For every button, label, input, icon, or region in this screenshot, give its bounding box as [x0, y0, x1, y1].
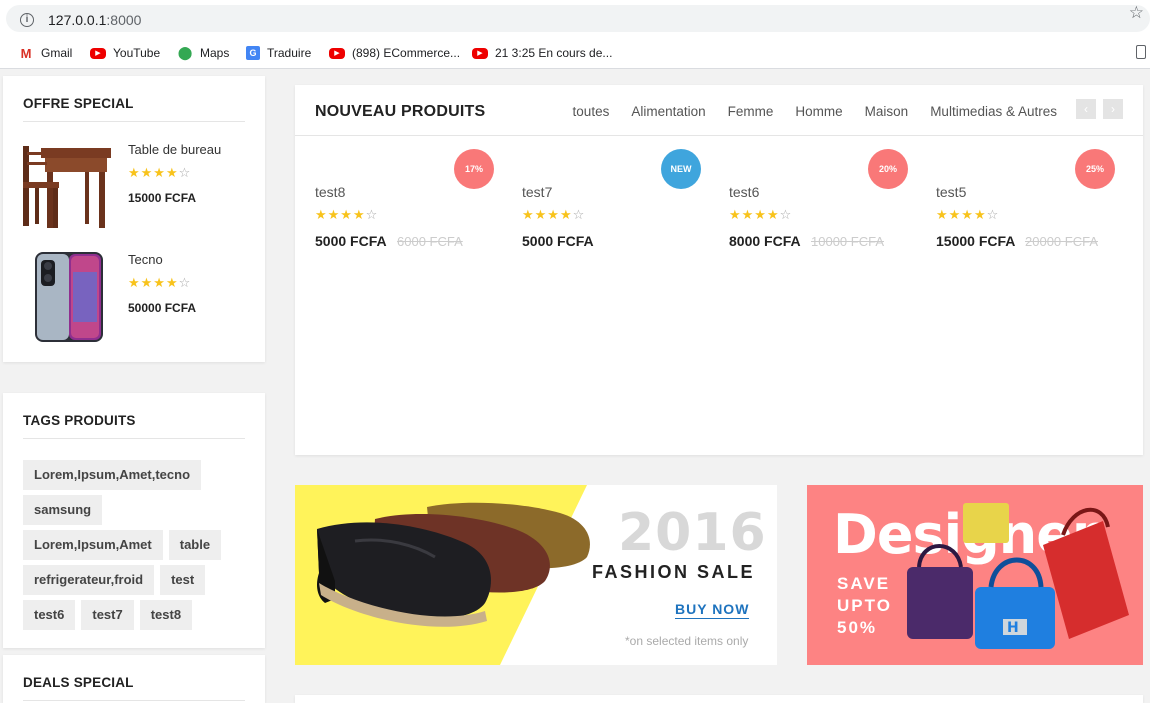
desk-image[interactable] [21, 142, 111, 234]
gmail-icon: M [20, 45, 32, 61]
tags-produits-title: TAGS PRODUITS [23, 413, 136, 428]
product-old-price: 20000 FCFA [1025, 234, 1098, 249]
tag[interactable]: Lorem,Ipsum,Amet [23, 530, 163, 560]
category-tabs: toutes Alimentation Femme Homme Maison M… [551, 104, 1057, 119]
rating-stars: ★★★★☆ [128, 165, 192, 180]
product-name[interactable]: test6 [729, 184, 759, 200]
tab-multimedias[interactable]: Multimedias & Autres [930, 104, 1057, 119]
bookmark-gmail[interactable]: M Gmail [18, 43, 73, 63]
offer-item[interactable]: Table de bureau ★★★★☆ 15000 FCFA [21, 142, 251, 237]
bookmark-ecommerce[interactable]: ▶ (898) ECommerce... [329, 43, 460, 63]
offre-special-panel: OFFRE SPECIAL Table de bureau ★★★★☆ 1500… [3, 76, 265, 362]
offre-special-title: OFFRE SPECIAL [23, 96, 134, 111]
info-icon[interactable]: i [20, 13, 34, 27]
divider [23, 438, 245, 439]
next-section-panel [295, 695, 1143, 703]
tab-alimentation[interactable]: Alimentation [631, 104, 705, 119]
next-arrow-button[interactable]: › [1103, 99, 1123, 119]
divider [23, 121, 245, 122]
nouveau-produits-panel: NOUVEAU PRODUITS toutes Alimentation Fem… [295, 85, 1143, 455]
bookmark-en-cours[interactable]: ▶ 21 3:25 En cours de... [472, 43, 612, 63]
product-name[interactable]: test7 [522, 184, 552, 200]
bookmark-maps[interactable]: ⬤ Maps [177, 43, 230, 63]
nouveau-produits-title: NOUVEAU PRODUITS [315, 103, 486, 120]
prev-arrow-button[interactable]: ‹ [1076, 99, 1096, 119]
youtube-icon: ▶ [90, 47, 106, 59]
tag[interactable]: test7 [81, 600, 134, 630]
tab-homme[interactable]: Homme [795, 104, 842, 119]
product-name[interactable]: test8 [315, 184, 345, 200]
divider [295, 135, 1143, 136]
product-card[interactable]: 20% test6 ★★★★☆ 8000 FCFA 10000 FCFA [729, 149, 929, 259]
discount-badge: 17% [454, 149, 494, 189]
fashion-sale-banner[interactable]: 2016 FASHION SALE BUY NOW *on selected i… [295, 485, 777, 665]
divider [23, 700, 245, 701]
tag[interactable]: Lorem,Ipsum,Amet,tecno [23, 460, 202, 490]
deals-special-panel: DEALS SPECIAL [3, 655, 265, 703]
url-text[interactable]: 127.0.0.1:8000 [48, 12, 141, 28]
offer-name[interactable]: Table de bureau [128, 142, 221, 157]
banner-save-text: SAVE UPTO 50% [837, 574, 892, 637]
rating-stars: ★★★★☆ [128, 275, 192, 290]
offer-name[interactable]: Tecno [128, 252, 163, 267]
tag[interactable]: test6 [23, 600, 76, 630]
new-badge: NEW [661, 149, 701, 189]
tag[interactable]: test8 [139, 600, 193, 630]
phone-image[interactable] [21, 252, 111, 344]
rating-stars: ★★★★☆ [522, 207, 586, 222]
svg-text:H: H [1007, 620, 1019, 636]
discount-badge: 20% [868, 149, 908, 189]
rating-stars: ★★★★☆ [936, 207, 1000, 222]
youtube-icon: ▶ [472, 47, 488, 59]
rating-stars: ★★★★☆ [729, 207, 793, 222]
product-price: 8000 FCFA [729, 233, 801, 249]
offer-price: 50000 FCFA [128, 301, 197, 315]
product-card[interactable]: NEW test7 ★★★★☆ 5000 FCFA [522, 149, 722, 259]
rating-stars: ★★★★☆ [315, 207, 379, 222]
translate-icon: G [246, 46, 260, 60]
tag-list: Lorem,Ipsum,Amet,tecno samsung Lorem,Ips… [23, 460, 253, 635]
tag[interactable]: test [160, 565, 206, 595]
product-card[interactable]: 25% test5 ★★★★☆ 15000 FCFA 20000 FCFA [936, 149, 1136, 259]
deals-special-title: DEALS SPECIAL [23, 675, 134, 690]
handbags-image: H [907, 503, 1129, 649]
product-price: 5000 FCFA [315, 233, 387, 249]
tags-produits-panel: TAGS PRODUITS Lorem,Ipsum,Amet,tecno sam… [3, 393, 265, 648]
banner-note: *on selected items only [625, 634, 749, 648]
designer-banner[interactable]: Designer H SAVE UPTO 50% [807, 485, 1143, 665]
tab-maison[interactable]: Maison [865, 104, 909, 119]
maps-icon: ⬤ [177, 45, 193, 60]
reading-list-icon[interactable] [1136, 45, 1146, 59]
product-card[interactable]: 17% test8 ★★★★☆ 5000 FCFA 6000 FCFA [315, 149, 515, 259]
product-price: 5000 FCFA [522, 233, 594, 249]
bookmark-youtube[interactable]: ▶ YouTube [90, 43, 160, 63]
product-old-price: 6000 FCFA [397, 234, 463, 249]
tag[interactable]: samsung [23, 495, 103, 525]
buy-now-link[interactable]: BUY NOW [675, 601, 750, 619]
banner-year: 2016 [618, 503, 767, 563]
discount-badge: 25% [1075, 149, 1115, 189]
tab-femme[interactable]: Femme [728, 104, 774, 119]
product-price: 15000 FCFA [936, 233, 1016, 249]
bookmark-traduire[interactable]: G Traduire [246, 43, 311, 63]
bookmark-star-icon[interactable]: ☆ [1129, 3, 1144, 23]
youtube-icon: ▶ [329, 47, 345, 59]
browser-address-bar: i 127.0.0.1:8000 ☆ [0, 0, 1150, 37]
tag[interactable]: refrigerateur,froid [23, 565, 155, 595]
url-field[interactable]: i 127.0.0.1:8000 [6, 5, 1150, 32]
tag[interactable]: table [168, 530, 222, 560]
product-name[interactable]: test5 [936, 184, 966, 200]
offer-item[interactable]: Tecno ★★★★☆ 50000 FCFA [21, 252, 251, 347]
tab-toutes[interactable]: toutes [573, 104, 610, 119]
product-old-price: 10000 FCFA [811, 234, 884, 249]
banner-headline: FASHION SALE [592, 562, 756, 582]
offer-price: 15000 FCFA [128, 191, 197, 205]
bookmarks-bar: M Gmail ▶ YouTube ⬤ Maps G Traduire ▶ (898) E… [0, 37, 1150, 69]
